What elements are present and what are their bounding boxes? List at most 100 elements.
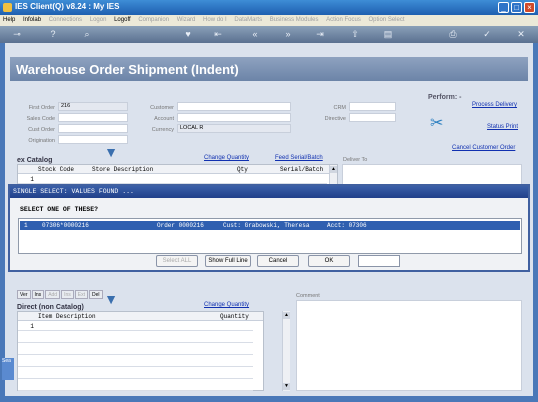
tab-ins[interactable]: Ins bbox=[31, 290, 45, 299]
menu-action-focus: Action Focus bbox=[326, 17, 361, 23]
table-row[interactable] bbox=[18, 382, 253, 391]
arrow-down-icon: ▼ bbox=[104, 291, 118, 307]
status-print-link[interactable]: Status Print bbox=[487, 124, 518, 130]
currency-field[interactable]: LOCAL R bbox=[177, 124, 291, 133]
direct-grid: Item Description Quantity 1 bbox=[17, 311, 264, 391]
direct-title: Direct (non Catalog) bbox=[17, 304, 84, 311]
change-quantity-link[interactable]: Change Quantity bbox=[204, 155, 249, 161]
directive-label: Directive bbox=[324, 116, 346, 122]
direct-change-quantity-link[interactable]: Change Quantity bbox=[204, 302, 249, 308]
col-store-description: Store Description bbox=[92, 166, 154, 173]
direct-scrollbar[interactable]: ▲ ▼ bbox=[282, 311, 290, 391]
comment-box[interactable] bbox=[296, 300, 522, 391]
key-icon[interactable]: ⊸ bbox=[8, 29, 26, 39]
catalog-scrollbar[interactable]: ▲ bbox=[329, 165, 337, 185]
table-row[interactable] bbox=[18, 358, 253, 367]
menu-infolab[interactable]: Infolab bbox=[20, 15, 44, 23]
title-bar: IES Client(Q) v8.24 : My IES _ □ × bbox=[0, 0, 538, 15]
close-icon[interactable]: ✕ bbox=[516, 29, 526, 39]
tab-add: Add bbox=[45, 290, 61, 299]
origination-field[interactable] bbox=[58, 135, 128, 144]
scroll-up-icon[interactable]: ▲ bbox=[330, 166, 337, 173]
tab-ext: Ext bbox=[74, 290, 88, 299]
ok-button[interactable]: OK bbox=[308, 255, 350, 267]
table-row[interactable]: 1 bbox=[18, 322, 253, 331]
catalog-grid-header: Stock Code Store Description Qty Serial/… bbox=[18, 165, 337, 174]
menu-logoff[interactable]: Logoff bbox=[111, 15, 134, 23]
catalog-title: ex Catalog bbox=[17, 157, 53, 164]
origination-label: Origination bbox=[28, 138, 55, 144]
first-icon[interactable]: ⇤ bbox=[213, 29, 223, 39]
catalog-grid: Stock Code Store Description Qty Serial/… bbox=[17, 164, 338, 186]
dialog-input[interactable] bbox=[358, 255, 400, 267]
table-row[interactable]: 1 bbox=[18, 175, 327, 184]
ok-icon[interactable]: ✓ bbox=[482, 29, 492, 39]
side-tab[interactable]: Sea bbox=[2, 358, 14, 380]
table-row[interactable] bbox=[18, 334, 253, 343]
table-row[interactable] bbox=[18, 370, 253, 379]
comment-label: Comment bbox=[296, 293, 320, 299]
account-label: Account bbox=[154, 116, 174, 122]
print-icon[interactable]: ⎙ bbox=[448, 29, 458, 39]
sales-code-field[interactable] bbox=[58, 113, 128, 122]
menu-help[interactable]: Help bbox=[0, 15, 18, 23]
menu-bar: Help Infolab Connections Logon Logoff Co… bbox=[0, 15, 538, 26]
deliver-to-label: Deliver To bbox=[343, 157, 368, 163]
row-number: 1 bbox=[24, 222, 28, 229]
customer-label: Customer bbox=[150, 105, 174, 111]
first-order-field[interactable]: 216 bbox=[58, 102, 128, 111]
col-serial-batch: Serial/Batch bbox=[280, 166, 324, 173]
row-action-tabs: Ver Ins Add Ins Ext Del bbox=[17, 290, 104, 299]
scroll-up-icon[interactable]: ▲ bbox=[283, 312, 290, 319]
app-icon bbox=[3, 3, 12, 12]
col-quantity: Quantity bbox=[220, 313, 249, 320]
prev-icon[interactable]: « bbox=[250, 29, 260, 39]
page-header: Warehouse Order Shipment (Indent) bbox=[10, 57, 528, 81]
minimize-button[interactable]: _ bbox=[498, 2, 509, 13]
tab-ins-2: Ins bbox=[61, 290, 74, 299]
last-icon[interactable]: ⇥ bbox=[315, 29, 325, 39]
close-window-button[interactable]: × bbox=[524, 2, 535, 13]
tab-ver[interactable]: Ver bbox=[17, 290, 31, 299]
select-all-button: Select ALL bbox=[156, 255, 198, 267]
tab-del[interactable]: Del bbox=[89, 290, 103, 299]
next-icon[interactable]: » bbox=[283, 29, 293, 39]
menu-connections: Connections bbox=[48, 17, 83, 23]
first-order-label: First Order bbox=[28, 105, 55, 111]
search-icon[interactable]: ⌕ bbox=[82, 29, 92, 39]
deliver-to-box[interactable] bbox=[342, 164, 522, 186]
toolbar: ⊸ ? ⌕ ♥ ⇤ « » ⇥ ⇧ ▤ ⎙ ✓ ✕ bbox=[0, 26, 538, 43]
menu-wizard: Wizard bbox=[176, 17, 196, 23]
help-icon[interactable]: ? bbox=[48, 29, 58, 39]
cancel-customer-order-link[interactable]: Cancel Customer Order bbox=[452, 145, 515, 151]
upload-icon[interactable]: ⇧ bbox=[350, 29, 360, 39]
heart-icon[interactable]: ♥ bbox=[183, 29, 193, 39]
feed-serial-batch-link[interactable]: Feed Serial/Batch bbox=[275, 155, 323, 161]
menu-logon: Logon bbox=[89, 17, 107, 23]
col-stock-code: Stock Code bbox=[38, 166, 75, 173]
row-customer: Cust: Grabowski, Theresa bbox=[223, 222, 310, 229]
process-delivery-link[interactable]: Process Delivery bbox=[472, 102, 517, 108]
menu-companion: Companion bbox=[138, 17, 170, 23]
perform-title: Perform: - bbox=[428, 94, 462, 101]
list-item[interactable]: 1 07306*0000216 Order 0000216 Cust: Grab… bbox=[20, 221, 520, 230]
row-order: Order 0000216 bbox=[157, 222, 204, 229]
menu-how-do-i: How do I bbox=[203, 17, 227, 23]
col-item-description: Item Description bbox=[38, 313, 96, 320]
cancel-button[interactable]: Cancel bbox=[257, 255, 299, 267]
show-full-line-button[interactable]: Show Full Line bbox=[205, 255, 251, 267]
cust-order-field[interactable] bbox=[58, 124, 128, 133]
table-row[interactable] bbox=[18, 346, 253, 355]
customer-field[interactable] bbox=[177, 102, 291, 111]
clipboard-icon[interactable]: ▤ bbox=[383, 29, 393, 39]
sales-code-label: Sales Code bbox=[26, 116, 55, 122]
window-title: IES Client(Q) v8.24 : My IES bbox=[15, 2, 120, 11]
menu-option-select: Option Select bbox=[368, 17, 405, 23]
maximize-button[interactable]: □ bbox=[511, 2, 522, 13]
crm-field[interactable] bbox=[349, 102, 396, 111]
tools-icon: ✂ bbox=[430, 115, 444, 132]
directive-field[interactable] bbox=[349, 113, 396, 122]
account-field[interactable] bbox=[177, 113, 291, 122]
dialog-title: SINGLE SELECT: VALUES FOUND ... bbox=[10, 186, 528, 198]
scroll-down-icon[interactable]: ▼ bbox=[283, 383, 290, 390]
